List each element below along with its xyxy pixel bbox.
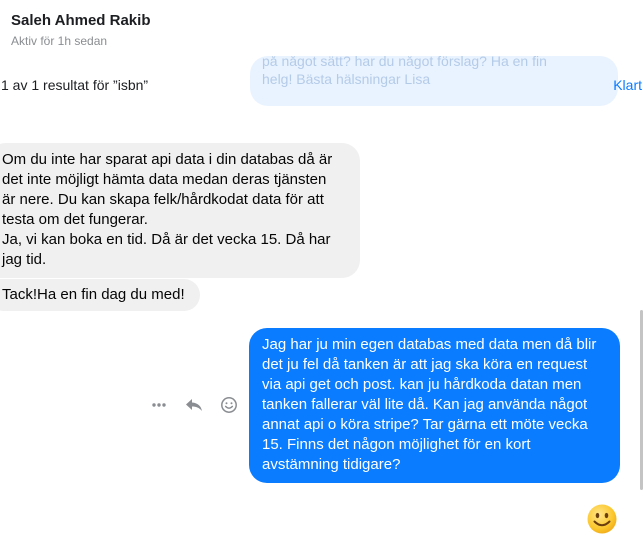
message-line: är nere. Du kan skapa felk/hårdkodat dat… — [2, 191, 324, 208]
incoming-message[interactable]: Om du inte har sparat api data i din dat… — [0, 143, 360, 278]
emoji-button[interactable] — [586, 503, 618, 535]
reply-button[interactable] — [183, 394, 205, 416]
done-button[interactable]: Klart — [613, 77, 642, 93]
react-button[interactable] — [218, 394, 240, 416]
message-line: Ja, vi kan boka en tid. Då är det vecka … — [2, 231, 331, 248]
chat-header: Saleh Ahmed Rakib Aktiv för 1h sedan — [0, 0, 644, 60]
message-line: Jag har ju min egen databas med data men… — [262, 336, 597, 353]
search-result-count: 1 av 1 resultat för ”isbn” — [1, 77, 149, 93]
search-results-bar: 1 av 1 resultat för ”isbn” Klart — [0, 60, 644, 106]
more-options-button[interactable] — [148, 394, 170, 416]
smiley-emoji-icon — [587, 504, 617, 534]
message-line: via api get och post. kan ju hårdkoda da… — [262, 376, 582, 393]
message-line: det inte möjligt hämta data medan deras … — [2, 171, 327, 188]
message-line: Om du inte har sparat api data i din dat… — [2, 151, 333, 168]
message-line: jag tid. — [2, 251, 47, 268]
outgoing-message[interactable]: Jag har ju min egen databas med data men… — [249, 328, 620, 483]
message-line: det ju fel då tanken är att jag ska köra… — [262, 356, 588, 373]
more-icon — [152, 403, 166, 407]
message-line: testa om det fungerar. — [2, 211, 148, 228]
message-line: 15. Finns det någon möjlighet för en kor… — [262, 436, 531, 453]
message-line: annat api o köra stripe? Tar gärna ett m… — [262, 416, 588, 433]
contact-name[interactable]: Saleh Ahmed Rakib — [11, 12, 150, 29]
react-icon — [221, 397, 237, 413]
contact-status: Aktiv för 1h sedan — [11, 34, 108, 48]
scrollbar[interactable] — [640, 310, 643, 490]
message-line: Tack!Ha en fin dag du med! — [2, 286, 185, 303]
reply-icon — [186, 399, 202, 411]
message-line: tanken fallerar väl lite då. Kan jag anv… — [262, 396, 588, 413]
incoming-message[interactable]: Tack!Ha en fin dag du med! — [0, 279, 200, 311]
message-line: avstämning tidigare? — [262, 456, 401, 473]
